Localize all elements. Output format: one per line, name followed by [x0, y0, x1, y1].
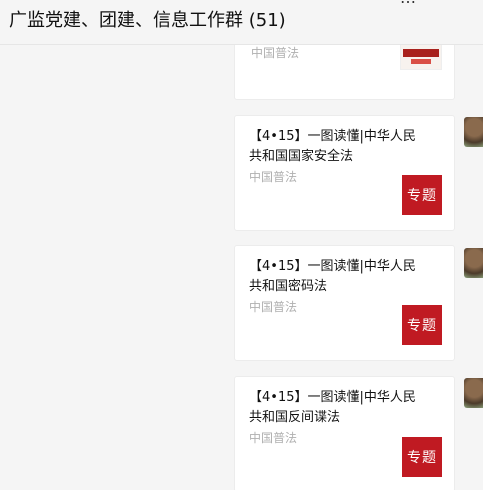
sender-avatar[interactable]: [464, 117, 483, 147]
chat-header: 广监党建、团建、信息工作群 (51) …: [0, 0, 483, 45]
chat-title[interactable]: 广监党建、团建、信息工作群 (51): [9, 9, 286, 33]
article-source: 中国普法: [251, 46, 300, 60]
shared-article-card[interactable]: 【4•15】一图读懂|中华人民共和国国家安全法 中国普法 专题: [234, 115, 455, 231]
sender-avatar[interactable]: [464, 248, 483, 278]
article-source: 中国普法: [249, 300, 298, 314]
article-title: 【4•15】一图读懂|中华人民共和国密码法: [249, 259, 416, 294]
shared-article-card[interactable]: 【4•15】一图读懂|中华人民共和国反间谍法 中国普法 专题: [234, 376, 455, 490]
sender-avatar[interactable]: [464, 378, 483, 408]
message-list[interactable]: 中国普法 【4•15】一图读懂|中华人民共和国国家安全法 中国普法 专题 【4•…: [0, 45, 483, 490]
article-thumbnail: 专题: [402, 175, 442, 215]
article-thumbnail: 专题: [402, 305, 442, 345]
article-title: 【4•15】一图读懂|中华人民共和国国家安全法: [249, 129, 416, 164]
shared-article-card[interactable]: 【4•15】一图读懂|中华人民共和国密码法 中国普法 专题: [234, 245, 455, 361]
article-thumbnail: 专题: [402, 437, 442, 477]
article-source: 中国普法: [249, 431, 298, 445]
article-title: 【4•15】一图读懂|中华人民共和国反间谍法: [249, 390, 416, 425]
article-thumbnail-poster: [400, 45, 442, 70]
more-options-icon[interactable]: …: [400, 0, 416, 6]
shared-article-card[interactable]: 中国普法: [234, 45, 455, 100]
article-source: 中国普法: [249, 170, 298, 184]
